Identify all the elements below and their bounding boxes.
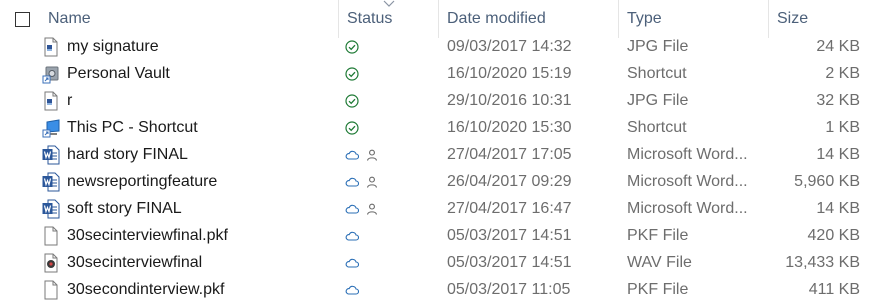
- file-type: JPG File: [627, 37, 689, 55]
- generic-file-icon: [40, 222, 62, 249]
- sync-status: [345, 195, 435, 222]
- file-row[interactable]: newsreportingfeature 26/04/2017 09:29 Micr…: [0, 168, 872, 195]
- file-row[interactable]: Personal Vault 16/10/2020 15:19 Shortcut 2 …: [0, 60, 872, 87]
- file-size: 32 KB: [816, 91, 860, 109]
- file-date-modified: 29/10/2016 10:31: [447, 91, 572, 109]
- file-name[interactable]: newsreportingfeature: [67, 168, 337, 195]
- sync-status: [345, 114, 435, 141]
- sync-status: [345, 60, 435, 87]
- file-row[interactable]: hard story FINAL 27/04/2017 17:05 Microsof…: [0, 141, 872, 168]
- word-doc-icon: [40, 168, 62, 195]
- file-size: 1 KB: [825, 118, 860, 136]
- file-size: 5,960 KB: [794, 172, 860, 190]
- file-row[interactable]: r 29/10/2016 10:31 JPG File 32 KB: [0, 87, 872, 114]
- file-name[interactable]: my signature: [67, 33, 337, 60]
- synced-check-icon: [345, 93, 359, 108]
- file-name[interactable]: 30secondinterview.pkf: [67, 276, 337, 303]
- file-date-modified: 26/04/2017 09:29: [447, 172, 572, 190]
- generic-file-icon: [40, 276, 62, 303]
- file-type: Microsoft Word...: [627, 199, 748, 217]
- file-size: 14 KB: [816, 145, 860, 163]
- file-row[interactable]: This PC - Shortcut 16/10/2020 15:30 Shortc…: [0, 114, 872, 141]
- file-type: Shortcut: [627, 64, 687, 82]
- cloud-icon: [345, 229, 360, 243]
- sync-status: [345, 141, 435, 168]
- file-size: 13,433 KB: [785, 253, 860, 271]
- file-type: Microsoft Word...: [627, 145, 748, 163]
- file-name[interactable]: 30secinterviewfinal: [67, 249, 337, 276]
- sync-status: [345, 276, 435, 303]
- image-file-icon: [40, 87, 62, 114]
- file-date-modified: 09/03/2017 14:32: [447, 37, 572, 55]
- file-row[interactable]: 30secondinterview.pkf 05/03/2017 11:05 PKF…: [0, 276, 872, 303]
- file-type: PKF File: [627, 226, 689, 244]
- file-date-modified: 05/03/2017 11:05: [447, 280, 571, 298]
- file-size: 24 KB: [816, 37, 860, 55]
- file-type: WAV File: [627, 253, 692, 271]
- shared-person-icon: [365, 148, 379, 162]
- shared-person-icon: [365, 202, 379, 216]
- file-name[interactable]: hard story FINAL: [67, 141, 337, 168]
- file-date-modified: 16/10/2020 15:19: [447, 64, 572, 82]
- cloud-icon: [345, 283, 360, 297]
- word-doc-icon: [40, 141, 62, 168]
- cloud-icon: [345, 256, 360, 270]
- file-name[interactable]: r: [67, 87, 337, 114]
- file-date-modified: 27/04/2017 16:47: [447, 199, 572, 217]
- file-size: 2 KB: [825, 64, 860, 82]
- sync-status: [345, 168, 435, 195]
- file-row[interactable]: soft story FINAL 27/04/2017 16:47 Microsof…: [0, 195, 872, 222]
- file-type: Shortcut: [627, 118, 687, 136]
- file-date-modified: 05/03/2017 14:51: [447, 253, 572, 271]
- file-row[interactable]: 30secinterviewfinal 05/03/2017 14:51 WAV F…: [0, 249, 872, 276]
- file-date-modified: 27/04/2017 17:05: [447, 145, 572, 163]
- file-size: 420 KB: [807, 226, 860, 244]
- sync-status: [345, 33, 435, 60]
- pc-shortcut-icon: [40, 114, 62, 141]
- file-type: PKF File: [627, 280, 689, 298]
- shared-person-icon: [365, 175, 379, 189]
- file-date-modified: 16/10/2020 15:30: [447, 118, 572, 136]
- cloud-icon: [345, 175, 360, 189]
- select-all-checkbox[interactable]: [15, 12, 30, 27]
- vault-shortcut-icon: [40, 60, 62, 87]
- file-name[interactable]: 30secinterviewfinal.pkf: [67, 222, 337, 249]
- cloud-icon: [345, 148, 360, 162]
- audio-file-icon: [40, 249, 62, 276]
- file-size: 411 KB: [808, 280, 860, 298]
- file-rows: my signature 09/03/2017 14:32 JPG File 24 K…: [0, 33, 872, 303]
- image-file-icon: [40, 33, 62, 60]
- file-name[interactable]: soft story FINAL: [67, 195, 337, 222]
- file-name[interactable]: This PC - Shortcut: [67, 114, 337, 141]
- file-type: Microsoft Word...: [627, 172, 748, 190]
- synced-check-icon: [345, 39, 359, 54]
- synced-check-icon: [345, 120, 359, 135]
- file-row[interactable]: 30secinterviewfinal.pkf 05/03/2017 14:51 P…: [0, 222, 872, 249]
- file-row[interactable]: my signature 09/03/2017 14:32 JPG File 24 K…: [0, 33, 872, 60]
- file-size: 14 KB: [816, 199, 860, 217]
- word-doc-icon: [40, 195, 62, 222]
- file-list-view: Name Status Date modified Type Size my s…: [0, 0, 872, 306]
- sync-status: [345, 249, 435, 276]
- sync-status: [345, 222, 435, 249]
- synced-check-icon: [345, 66, 359, 81]
- file-type: JPG File: [627, 91, 689, 109]
- file-date-modified: 05/03/2017 14:51: [447, 226, 572, 244]
- cloud-icon: [345, 202, 360, 216]
- file-name[interactable]: Personal Vault: [67, 60, 337, 87]
- sync-status: [345, 87, 435, 114]
